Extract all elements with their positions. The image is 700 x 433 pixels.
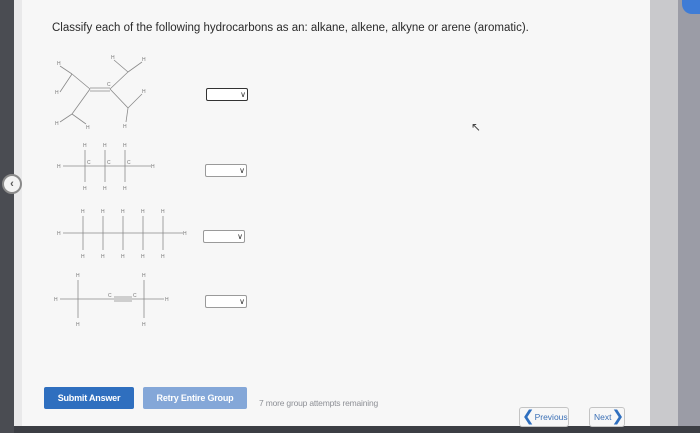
scrollbar-track[interactable] xyxy=(678,0,700,433)
atom-label: H xyxy=(103,143,107,149)
atom-label: H xyxy=(161,209,165,215)
atom-label: H xyxy=(142,57,146,63)
question-text: Classify each of the following hydrocarb… xyxy=(52,22,529,34)
atom-label: H xyxy=(76,273,80,279)
atom-label: H xyxy=(111,55,115,61)
molecule-2: H H H H H H H H C C C xyxy=(57,143,155,192)
atom-label: H xyxy=(142,89,146,95)
right-gutter xyxy=(650,0,678,433)
atom-label: H xyxy=(141,209,145,215)
atom-label: H xyxy=(123,143,127,149)
next-label: Next xyxy=(594,412,612,422)
left-sidebar-strip xyxy=(0,0,14,433)
atom-label: H xyxy=(57,164,61,170)
chevron-down-icon: ∨ xyxy=(239,297,245,306)
atom-label: H xyxy=(121,209,125,215)
atom-label: C xyxy=(107,160,111,166)
atom-label: H xyxy=(101,254,105,260)
atom-label: H xyxy=(103,186,107,192)
chevron-down-icon: ∨ xyxy=(240,90,246,99)
atom-label: H xyxy=(165,297,169,303)
atom-label: H xyxy=(55,121,59,127)
atom-label: H xyxy=(123,186,127,192)
atom-label: H xyxy=(55,90,59,96)
atom-label: H xyxy=(183,231,187,237)
atom-label: H xyxy=(151,164,155,170)
atom-label: H xyxy=(101,209,105,215)
bottom-border xyxy=(14,426,700,433)
atom-label: H xyxy=(161,254,165,260)
previous-button[interactable]: ❮ Previous xyxy=(519,407,569,427)
next-button[interactable]: Next ❯ xyxy=(589,407,625,427)
mouse-cursor-icon: ↖ xyxy=(471,120,482,134)
chevron-right-icon: ❯ xyxy=(611,408,625,425)
atom-label: H xyxy=(81,209,85,215)
atom-label: C xyxy=(127,160,131,166)
classification-select-4[interactable]: ∨ xyxy=(205,295,247,308)
atom-label: H xyxy=(142,322,146,328)
retry-group-button[interactable]: Retry Entire Group xyxy=(143,387,247,409)
atom-label: C xyxy=(133,293,137,299)
submit-answer-button[interactable]: Submit Answer xyxy=(44,387,134,409)
chevron-left-icon: ❮ xyxy=(522,408,535,425)
atom-label: H xyxy=(141,254,145,260)
classification-select-1[interactable]: ∨ xyxy=(206,88,248,101)
atom-label: H xyxy=(86,125,90,131)
atom-label: H xyxy=(57,61,61,67)
atom-label: H xyxy=(83,143,87,149)
previous-label: Previous xyxy=(534,412,568,422)
attempts-remaining-text: 7 more group attempts remaining xyxy=(259,398,379,408)
molecule-1: H H H H H H H H C xyxy=(55,55,146,131)
atom-label: H xyxy=(54,297,58,303)
atom-label: C xyxy=(107,82,111,88)
molecule-3: H H H H H H H H H H H H xyxy=(57,209,187,260)
chevron-down-icon: ∨ xyxy=(239,166,245,175)
molecule-4: H H H H H H C C xyxy=(54,273,169,328)
back-arrow-icon[interactable]: ‹ xyxy=(2,174,22,194)
atom-label: C xyxy=(87,160,91,166)
atom-label: H xyxy=(76,322,80,328)
atom-label: H xyxy=(83,186,87,192)
chevron-down-icon: ∨ xyxy=(237,232,243,241)
atom-label: H xyxy=(121,254,125,260)
atom-label: H xyxy=(81,254,85,260)
classification-select-3[interactable]: ∨ xyxy=(203,230,245,243)
atom-label: H xyxy=(142,273,146,279)
atom-label: H xyxy=(123,124,127,130)
atom-label: C xyxy=(108,293,112,299)
atom-label: H xyxy=(57,231,61,237)
classification-select-2[interactable]: ∨ xyxy=(205,164,247,177)
